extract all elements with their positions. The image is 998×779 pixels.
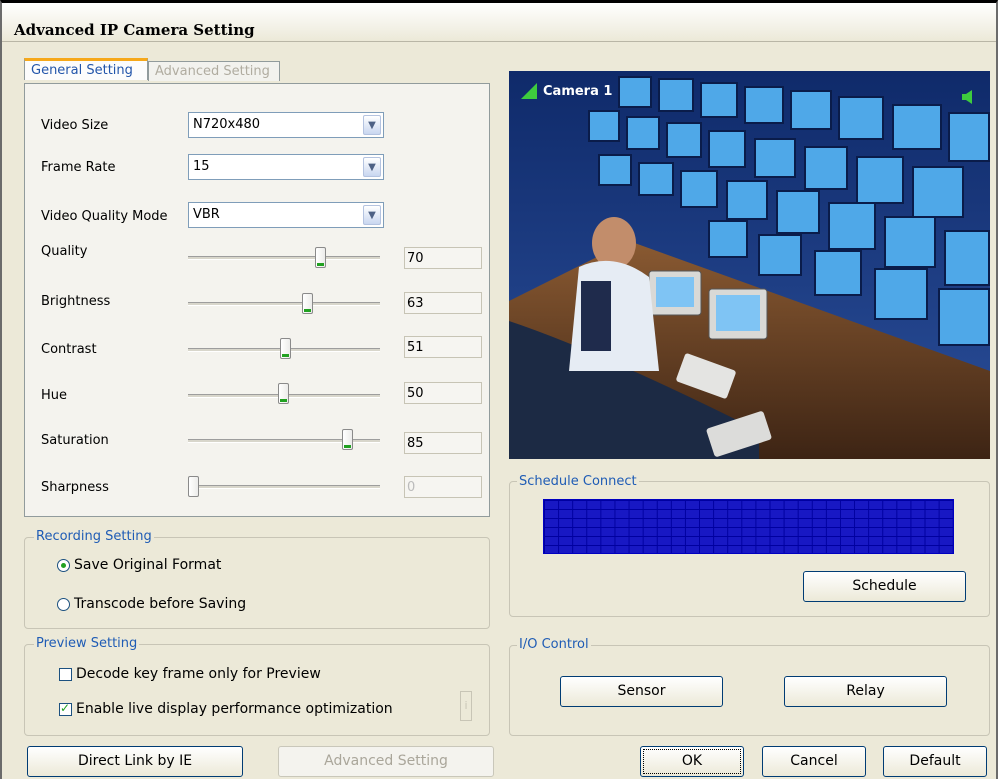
direct-link-ie-button[interactable]: Direct Link by IE [27, 746, 243, 777]
frame-rate-select[interactable]: 15 ▼ [188, 154, 384, 180]
contrast-label: Contrast [41, 342, 97, 357]
relay-button[interactable]: Relay [784, 676, 947, 707]
brightness-label: Brightness [41, 294, 111, 309]
saturation-slider-thumb[interactable] [342, 429, 353, 450]
quality-slider-track[interactable] [188, 256, 380, 260]
schedule-grid[interactable] [543, 499, 954, 554]
camera-preview: Camera 1 [509, 71, 990, 459]
default-button[interactable]: Default [883, 746, 987, 777]
video-size-label: Video Size [41, 118, 109, 133]
schedule-connect-legend: Schedule Connect [517, 474, 639, 489]
video-size-value: N720x480 [193, 117, 261, 132]
decode-keyframe-checkbox[interactable] [59, 668, 72, 681]
transcode-label[interactable]: Transcode before Saving [74, 596, 246, 612]
contrast-value-field[interactable]: 51 [404, 336, 482, 358]
sharpness-slider-track [188, 485, 380, 489]
save-original-label[interactable]: Save Original Format [74, 557, 221, 573]
sharpness-value-field: 0 [404, 476, 482, 498]
quality-label: Quality [41, 244, 88, 259]
video-quality-mode-value: VBR [193, 207, 220, 222]
hue-label: Hue [41, 388, 68, 403]
decode-keyframe-label[interactable]: Decode key frame only for Preview [76, 666, 321, 682]
live-display-optimization-checkbox[interactable]: ✓ [59, 701, 72, 716]
sensor-button[interactable]: Sensor [560, 676, 723, 707]
chevron-down-icon[interactable]: ▼ [363, 157, 381, 177]
save-original-radio[interactable] [57, 559, 70, 572]
quality-value-field[interactable]: 70 [404, 247, 482, 269]
slider-grip [282, 354, 289, 357]
radio-selected-dot [61, 563, 66, 568]
speaker-icon[interactable] [961, 89, 975, 105]
frame-rate-label: Frame Rate [41, 160, 116, 175]
contrast-slider-thumb[interactable] [280, 338, 291, 359]
brightness-slider-thumb[interactable] [302, 293, 313, 314]
slider-grip [344, 445, 351, 448]
video-quality-mode-label: Video Quality Mode [41, 209, 168, 224]
general-setting-panel: Video Size N720x480 ▼ Frame Rate 15 ▼ Vi… [24, 83, 490, 517]
sharpness-slider-thumb [188, 476, 199, 497]
hue-slider-thumb[interactable] [278, 383, 289, 404]
recording-setting-legend: Recording Setting [34, 529, 154, 544]
frame-rate-value: 15 [193, 159, 210, 174]
preview-setting-group [24, 644, 490, 736]
brightness-slider-track[interactable] [188, 302, 380, 306]
camera-label: Camera 1 [543, 84, 613, 99]
tab-general-setting[interactable]: General Setting [24, 58, 148, 80]
slider-grip [190, 492, 197, 495]
info-icon[interactable]: i [460, 691, 472, 721]
camera-image [509, 71, 990, 459]
quality-slider-thumb[interactable] [315, 247, 326, 268]
advanced-setting-button: Advanced Setting [278, 746, 494, 777]
sharpness-label: Sharpness [41, 480, 109, 495]
preview-setting-legend: Preview Setting [34, 636, 140, 651]
camera-signal-icon [521, 83, 537, 99]
dialog-window: Advanced IP Camera Setting General Setti… [0, 0, 998, 779]
checkmark-icon: ✓ [60, 701, 71, 715]
transcode-radio[interactable] [57, 598, 70, 611]
chevron-down-icon[interactable]: ▼ [363, 205, 381, 225]
ok-button[interactable]: OK [640, 746, 744, 777]
video-quality-mode-select[interactable]: VBR ▼ [188, 202, 384, 228]
video-size-select[interactable]: N720x480 ▼ [188, 112, 384, 138]
title-bar: Advanced IP Camera Setting [2, 3, 996, 42]
hue-value-field[interactable]: 50 [404, 382, 482, 404]
chevron-down-icon[interactable]: ▼ [363, 115, 381, 135]
cancel-button[interactable]: Cancel [762, 746, 866, 777]
schedule-button[interactable]: Schedule [803, 571, 966, 602]
slider-grip [304, 309, 311, 312]
io-control-legend: I/O Control [517, 637, 591, 652]
tab-advanced-setting[interactable]: Advanced Setting [148, 61, 280, 81]
recording-setting-group [24, 537, 490, 629]
saturation-label: Saturation [41, 433, 109, 448]
slider-grip [280, 399, 287, 402]
live-display-optimization-label[interactable]: Enable live display performance optimiza… [76, 701, 393, 717]
saturation-value-field[interactable]: 85 [404, 432, 482, 454]
slider-grip [317, 263, 324, 266]
brightness-value-field[interactable]: 63 [404, 292, 482, 314]
window-title: Advanced IP Camera Setting [14, 21, 255, 39]
